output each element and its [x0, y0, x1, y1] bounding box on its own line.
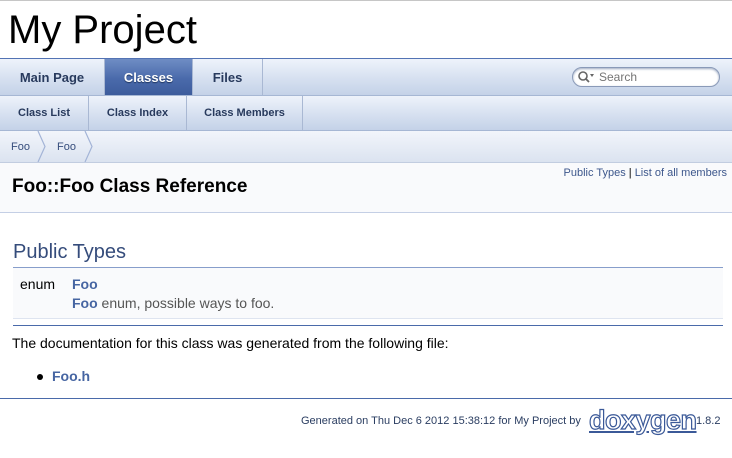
sub-nav: Class List Class Index Class Members	[0, 96, 732, 131]
bullet-icon	[37, 374, 43, 380]
generated-from-text: The documentation for this class was gen…	[12, 335, 449, 351]
doxygen-version: 1.8.2	[696, 415, 721, 427]
section-heading-public-types: Public Types	[13, 241, 127, 263]
page-header: Public Types | List of all members Foo::…	[0, 163, 732, 213]
breadcrumb-item-class[interactable]: Foo	[57, 131, 76, 162]
member-description: Foo enum, possible ways to foo.	[72, 295, 274, 311]
all-members-link[interactable]: List of all members	[635, 167, 727, 179]
breadcrumb-separator-icon	[37, 131, 46, 162]
tab-main-page[interactable]: Main Page	[0, 59, 105, 95]
project-name: My Project	[8, 8, 197, 52]
tab-classes[interactable]: Classes	[105, 59, 193, 95]
tab-class-list[interactable]: Class List	[0, 96, 89, 130]
divider	[13, 325, 723, 326]
breadcrumb: Foo Foo	[0, 131, 732, 163]
member-name-link[interactable]: Foo	[72, 276, 98, 292]
tab-class-members[interactable]: Class Members	[187, 96, 303, 130]
tab-class-index[interactable]: Class Index	[89, 96, 187, 130]
divider	[0, 398, 732, 399]
summary-separator: |	[628, 167, 632, 179]
doxygen-logo[interactable]: doxygen	[588, 404, 697, 435]
file-link[interactable]: Foo.h	[52, 368, 90, 384]
title-area: My Project	[0, 1, 732, 59]
breadcrumb-item-namespace[interactable]: Foo	[11, 131, 30, 162]
page-title: Foo::Foo Class Reference	[12, 176, 248, 197]
main-nav: Main Page Classes Files	[0, 59, 732, 96]
member-type: enum	[20, 276, 56, 292]
search-input[interactable]	[595, 69, 709, 85]
breadcrumb-separator-icon	[84, 131, 93, 162]
footer-generated-text: Generated on Thu Dec 6 2012 15:38:12 for…	[301, 415, 581, 427]
member-brief-link[interactable]: Foo	[72, 295, 98, 311]
search-icon[interactable]	[577, 70, 595, 84]
search-box[interactable]	[572, 67, 720, 87]
public-types-link[interactable]: Public Types	[564, 167, 626, 179]
tab-files[interactable]: Files	[193, 59, 263, 95]
summary-links: Public Types | List of all members	[564, 167, 727, 179]
member-row: enum Foo Foo enum, possible ways to foo.	[13, 268, 723, 319]
member-brief-text: enum, possible ways to foo.	[97, 295, 275, 311]
